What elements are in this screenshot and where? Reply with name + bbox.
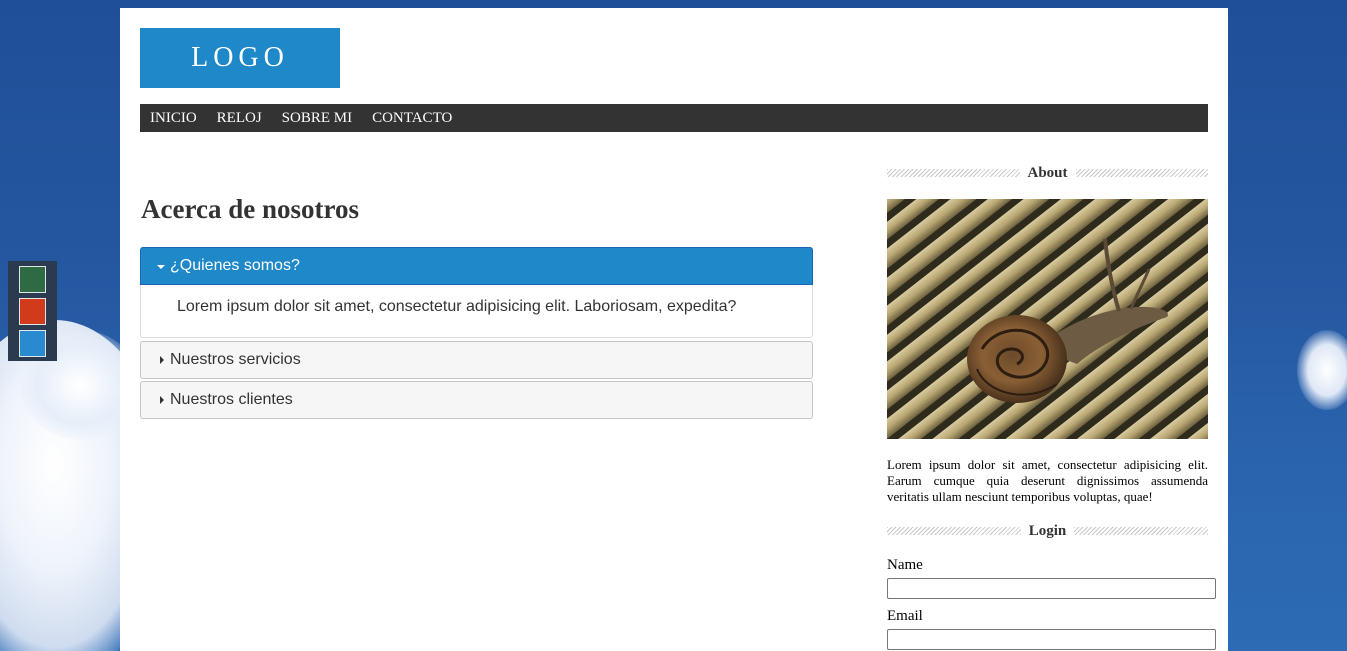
caret-right-icon [160,356,164,364]
accordion-header-label: Nuestros clientes [170,391,293,408]
main-nav: INICIO RELOJ SOBRE MI CONTACTO [140,104,1208,132]
login-widget-title: Login [887,522,1209,540]
title-stripes [1074,527,1209,535]
page-container: LOGO INICIO RELOJ SOBRE MI CONTACTO Acer… [120,8,1228,651]
nav-item-contacto[interactable]: CONTACTO [372,110,452,127]
title-stripes [887,527,1021,535]
accordion-header-nuestros-servicios[interactable]: Nuestros servicios [140,341,813,379]
login-title: Login [1028,522,1067,539]
email-label: Email [887,608,923,624]
page-title: Acerca de nosotros [141,194,359,224]
nav-item-reloj[interactable]: RELOJ [217,110,262,127]
title-stripes [887,169,1020,177]
snail-photo [887,199,1208,439]
about-title: About [1027,164,1068,181]
snail-photo-art [887,199,1208,439]
name-input[interactable] [887,578,1216,599]
caret-down-icon [157,264,165,269]
title-stripes [1075,169,1209,177]
accordion-panel-text: Lorem ipsum dolor sit amet, consectetur … [177,298,737,315]
color-swatch-blue[interactable] [19,330,46,357]
about-text: Lorem ipsum dolor sit amet, consectetur … [887,457,1208,504]
sidebar: About Lorem ipsum dolor sit amet, consec… [887,164,1216,650]
accordion-header-nuestros-clientes[interactable]: Nuestros clientes [140,381,813,419]
name-label: Name [887,557,923,573]
logo[interactable]: LOGO [140,28,340,88]
accordion: ¿Quienes somos? Lorem ipsum dolor sit am… [140,247,813,419]
color-swatch-red[interactable] [19,298,46,325]
color-switcher [8,261,57,361]
accordion-header-label: ¿Quienes somos? [170,257,300,274]
caret-right-icon [160,396,164,404]
nav-item-sobre-mi[interactable]: SOBRE MI [282,110,352,127]
accordion-panel: Lorem ipsum dolor sit amet, consectetur … [140,285,813,338]
accordion-header-label: Nuestros servicios [170,351,301,368]
cloud-decoration [1297,330,1347,410]
email-input[interactable] [887,629,1216,650]
about-widget-title: About [887,164,1209,182]
color-swatch-green[interactable] [19,266,46,293]
accordion-header-quienes-somos[interactable]: ¿Quienes somos? [140,247,813,285]
nav-item-inicio[interactable]: INICIO [150,110,197,127]
